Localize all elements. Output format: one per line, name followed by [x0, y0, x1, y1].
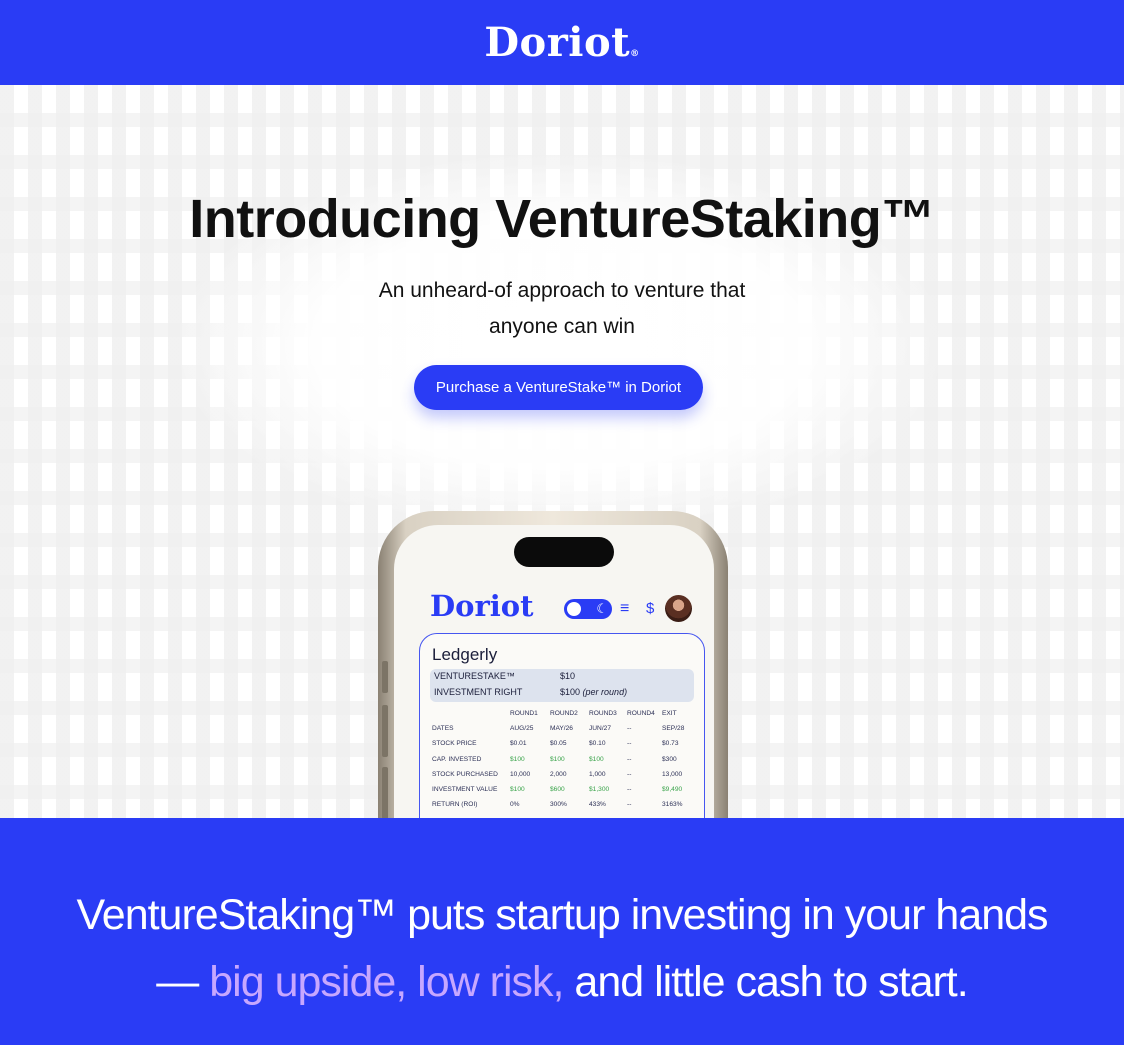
ledger-cell: $100 [589, 755, 604, 763]
value-proposition-band: VentureStaking™ puts startup investing i… [0, 818, 1124, 1045]
ledger-cell: -- [627, 770, 632, 778]
dynamic-island [514, 537, 614, 567]
ledger-row: INVESTMENT VALUE $100 $600 $1,300 -- $9,490 [432, 786, 702, 801]
ledger-cell: $0.10 [589, 740, 606, 748]
ledger-cell: $100 [550, 755, 565, 763]
ledger-cell: ROUND2 [550, 710, 578, 717]
ledger-cell: -- [627, 725, 632, 733]
theme-toggle-icon[interactable]: ☾ [564, 599, 612, 619]
ledger-row: RETURN (ROI) 0% 300% 433% -- 3163% [432, 801, 702, 816]
ledger-cell: JUN/27 [589, 725, 611, 733]
ledger-cell: DATES [432, 725, 454, 733]
venturestake-label: VENTURESTAKE™ [434, 671, 515, 681]
ledger-cell: 10,000 [510, 770, 531, 778]
ledger-cell: 3163% [662, 801, 683, 809]
logo-registered-mark: ® [630, 49, 640, 59]
ledger-cell: SEP/28 [662, 725, 685, 733]
logo-text: Doriot [484, 19, 631, 66]
stake-summary: VENTURESTAKE™ $10 INVESTMENT RIGHT $100 … [430, 669, 694, 702]
investment-right-amount: $100 [560, 687, 581, 697]
ledger-cell: 300% [550, 801, 567, 809]
ledger-cell: STOCK PRICE [432, 740, 477, 748]
ledger-cell: $0.05 [550, 740, 567, 748]
venturestake-value: $10 [560, 671, 576, 681]
ledger-cell: -- [627, 785, 632, 793]
ledger-cell: 1,000 [589, 770, 606, 778]
hero-title: Introducing VentureStaking™ [189, 189, 935, 249]
ledger-cell: RETURN (ROI) [432, 801, 478, 809]
ledger-cell: MAY/26 [550, 725, 573, 733]
ledger-cell: $1,300 [589, 785, 610, 793]
ledger-cell: $100 [510, 755, 525, 763]
hero-subtitle: An unheard-of approach to venture that a… [378, 279, 746, 338]
card-title: Ledgerly [432, 645, 498, 664]
ledgerly-card: Ledgerly VENTURESTAKE™ $10 INVESTMENT RI… [419, 633, 705, 818]
ledger-cell: $100 [510, 785, 525, 793]
band-accent-text: big upside, low risk, [209, 958, 564, 1006]
dollar-icon[interactable]: $ [646, 600, 654, 617]
ledger-row: STOCK PURCHASED 10,000 2,000 1,000 -- 13,000 [432, 771, 702, 786]
band-headline-line1: VentureStaking™ puts startup investing i… [76, 891, 1048, 939]
ledger-cell: $600 [550, 785, 565, 793]
ledger-cell: 433% [589, 801, 606, 809]
investment-right-note: (per round) [582, 687, 628, 697]
investment-right-row: INVESTMENT RIGHT $100 (per round) [434, 687, 627, 697]
app-logo: Doriot [430, 589, 534, 623]
investment-right-label: INVESTMENT RIGHT [434, 687, 523, 697]
ledger-cell: 2,000 [550, 770, 567, 778]
ledger-cell: $9,490 [662, 785, 683, 793]
ledger-cell: -- [627, 740, 632, 748]
ledger-table: ROUND1 ROUND2 ROUND3 ROUND4 EXIT DATES AUG/25 M… [432, 710, 702, 816]
phone-side-button [382, 767, 388, 818]
band-dash: — [156, 958, 210, 1006]
band-headline-line2: — big upside, low risk, and little cash … [0, 958, 1124, 1007]
ledger-cell: EXIT [662, 710, 677, 717]
ledger-cell: ROUND1 [510, 710, 538, 717]
ledger-cell: ROUND3 [589, 710, 617, 717]
ledger-row: DATES AUG/25 MAY/26 JUN/27 -- SEP/28 [432, 725, 702, 740]
ledger-cell: $0.01 [510, 740, 527, 748]
phone-screen: Doriot ☾ ≡ $ Ledgerly VENTURESTAKE™ $10 … [394, 525, 714, 818]
ledger-cell: $300 [662, 755, 677, 763]
phone-side-button [382, 705, 388, 757]
hero-section: Introducing VentureStaking™ An unheard-o… [0, 85, 1124, 818]
ledger-row: CAP. INVESTED $100 $100 $100 -- $300 [432, 756, 702, 771]
purchase-venturestake-button[interactable]: Purchase a VentureStake™ in Doriot [414, 365, 703, 410]
ledger-row: STOCK PRICE $0.01 $0.05 $0.10 -- $0.73 [432, 740, 702, 755]
ledger-cell: $0.73 [662, 740, 679, 748]
ledger-header-row: ROUND1 ROUND2 ROUND3 ROUND4 EXIT [432, 710, 702, 725]
moon-icon: ☾ [596, 601, 608, 616]
venturestake-row: VENTURESTAKE™ $10 [434, 671, 575, 681]
top-header: Doriot® [0, 0, 1124, 85]
menu-icon[interactable]: ≡ [620, 601, 629, 617]
ledger-cell: INVESTMENT VALUE [432, 785, 498, 793]
phone-side-button [382, 661, 388, 693]
avatar[interactable] [665, 595, 692, 622]
doriot-logo[interactable]: Doriot® [484, 19, 639, 66]
ledger-cell: ROUND4 [627, 710, 655, 717]
ledger-cell: 13,000 [662, 770, 683, 778]
ledger-cell: -- [627, 801, 632, 809]
investment-right-value: $100 (per round) [560, 687, 627, 697]
ledger-cell: 0% [510, 801, 520, 809]
ledger-cell: CAP. INVESTED [432, 755, 482, 763]
ledger-cell: STOCK PURCHASED [432, 770, 498, 778]
ledger-cell: AUG/25 [510, 725, 534, 733]
toggle-knob [567, 602, 581, 616]
ledger-cell: -- [627, 755, 632, 763]
band-rest-text: and little cash to start. [563, 958, 968, 1006]
